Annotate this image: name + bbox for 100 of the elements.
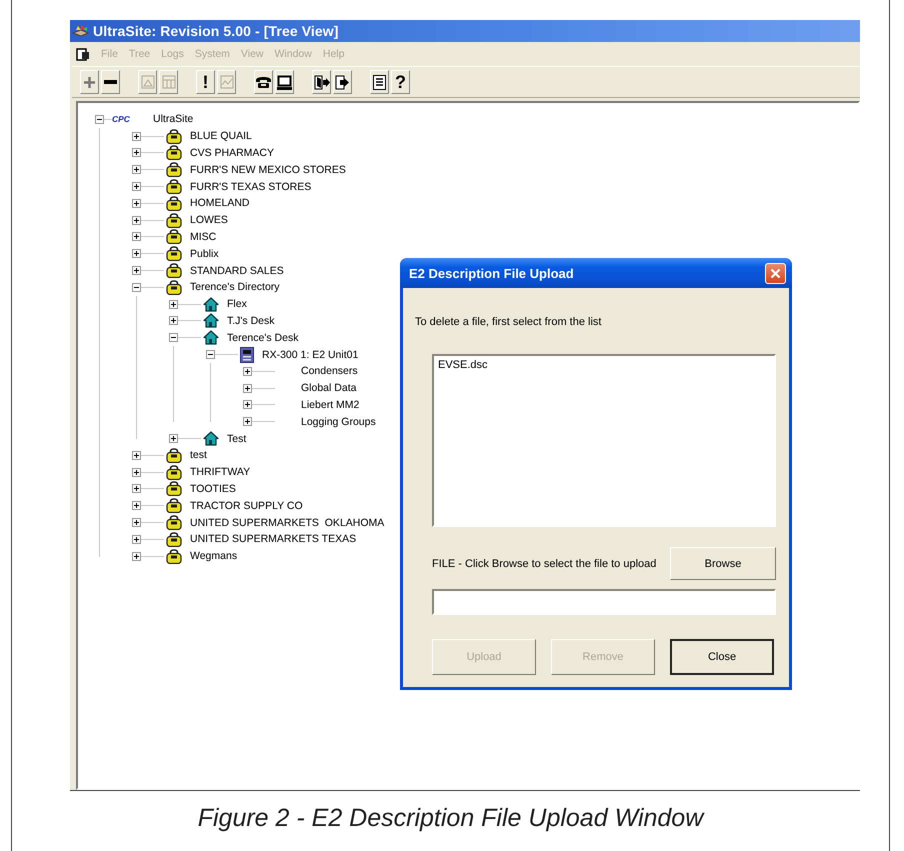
node-label[interactable]: Logging Groups [301, 416, 376, 428]
minus-icon [104, 80, 117, 84]
expand-toggle[interactable] [132, 249, 141, 258]
node-label[interactable]: FURR'S TEXAS STORES [190, 180, 312, 193]
node-label[interactable]: Condensers [301, 365, 358, 378]
briefcase-icon [166, 212, 182, 228]
expand-toggle[interactable] [132, 518, 141, 528]
house-icon [203, 296, 219, 312]
expand-toggle[interactable] [169, 333, 178, 342]
monitor-icon [277, 74, 292, 90]
briefcase-icon [166, 229, 182, 244]
node-label[interactable]: RX-300 1: E2 Unit01 [262, 348, 358, 361]
expand-toggle[interactable] [132, 266, 141, 276]
toolbar-button[interactable] [370, 70, 389, 94]
node-label[interactable]: HOMELAND [190, 197, 250, 210]
node-label[interactable]: TRACTOR SUPPLY CO [190, 500, 303, 512]
node-label[interactable]: UNITED SUPERMARKETS OKLAHOMA [190, 516, 384, 529]
briefcase-icon [166, 246, 182, 262]
grid-icon [162, 75, 176, 89]
briefcase-icon [166, 162, 182, 178]
node-label[interactable]: Liebert MM2 [301, 398, 360, 411]
briefcase-icon [166, 128, 182, 144]
node-label[interactable]: LOWES [190, 214, 228, 226]
file-path-field[interactable] [432, 589, 776, 615]
node-label[interactable]: Publix [190, 248, 219, 260]
expand-toggle[interactable] [132, 484, 141, 494]
close-icon [770, 268, 781, 278]
node-label[interactable]: test [190, 449, 207, 462]
expand-toggle[interactable] [169, 300, 178, 309]
expand-toggle[interactable] [132, 552, 141, 561]
house-icon [203, 431, 219, 446]
node-label[interactable]: UNITED SUPERMARKETS TEXAS [190, 533, 356, 546]
briefcase-icon [166, 464, 182, 480]
node-label[interactable]: TOOTIES [190, 482, 236, 495]
node-label[interactable]: Global Data [301, 382, 356, 394]
expand-toggle[interactable] [132, 216, 141, 225]
node-label[interactable]: THRIFTWAY [190, 466, 250, 478]
controller-icon [240, 346, 254, 363]
toolbar-button[interactable] [101, 70, 120, 94]
briefcase-icon [166, 498, 182, 514]
toolbar-button[interactable] [333, 70, 352, 94]
expand-toggle[interactable] [95, 114, 104, 124]
expand-toggle[interactable] [132, 148, 141, 158]
toolbar-button[interactable]: ? [391, 70, 410, 94]
node-label[interactable]: STANDARD SALES [190, 264, 284, 277]
toolbar-button[interactable] [312, 70, 331, 94]
expand-toggle[interactable] [132, 132, 141, 141]
expand-toggle[interactable] [132, 165, 141, 174]
door-arrow-icon [314, 74, 330, 90]
node-label[interactable]: CVS PHARMACY [190, 146, 274, 159]
briefcase-icon [166, 481, 182, 496]
close-button[interactable] [765, 262, 786, 284]
expand-toggle[interactable] [132, 534, 141, 544]
expand-toggle[interactable] [243, 366, 252, 376]
briefcase-icon [166, 548, 182, 564]
list-icon [373, 74, 386, 90]
toolbar-button[interactable]: ! [196, 70, 215, 94]
dialog-button[interactable]: Close [670, 639, 774, 675]
house-icon [203, 330, 219, 346]
browse-button[interactable]: Browse [670, 547, 776, 580]
expand-toggle[interactable] [243, 417, 252, 426]
expand-toggle[interactable] [132, 501, 141, 510]
expand-toggle[interactable] [132, 468, 141, 477]
node-label[interactable]: T.J's Desk [227, 314, 275, 327]
node-label[interactable]: Wegmans [190, 550, 238, 562]
expand-toggle[interactable] [169, 316, 178, 326]
logo-label: CPC [112, 114, 131, 124]
node-label[interactable]: Terence's Desk [227, 332, 298, 344]
window-title: UltraSite: Revision 5.00 - [Tree View] [93, 23, 339, 39]
briefcase-icon [166, 532, 182, 547]
expand-toggle[interactable] [132, 450, 141, 460]
file-list-item[interactable]: EVSE.dsc [436, 358, 772, 372]
instruction-text: To delete a file, first select from the list [415, 316, 602, 328]
expand-toggle[interactable] [206, 350, 215, 360]
file-list[interactable]: EVSE.dsc [432, 354, 776, 527]
node-label[interactable]: Terence's Directory [190, 281, 280, 294]
node-label[interactable]: Test [227, 432, 246, 445]
dialog-title: E2 Description File Upload [409, 266, 574, 280]
phone-icon [255, 75, 272, 89]
house-icon [203, 313, 219, 328]
node-label[interactable]: BLUE QUAIL [190, 130, 252, 142]
node-label[interactable]: FURR'S NEW MEXICO STORES [190, 164, 346, 176]
expand-toggle[interactable] [132, 182, 141, 192]
expand-toggle[interactable] [169, 434, 178, 444]
briefcase-icon [166, 179, 182, 194]
toolbar-button[interactable] [254, 70, 273, 94]
briefcase-icon [166, 280, 182, 295]
expand-toggle[interactable] [132, 198, 141, 208]
node-label[interactable]: Flex [227, 298, 247, 310]
expand-toggle[interactable] [243, 384, 252, 393]
node-label[interactable]: MISC [190, 230, 216, 243]
expand-toggle[interactable] [132, 232, 141, 242]
expand-toggle[interactable] [243, 400, 252, 410]
node-label[interactable]: UltraSite [153, 113, 194, 126]
briefcase-icon [166, 515, 182, 530]
briefcase-icon [166, 196, 182, 211]
briefcase-icon [166, 263, 182, 278]
toolbar-button[interactable] [275, 70, 294, 94]
expand-toggle[interactable] [132, 282, 141, 292]
plus-icon [83, 76, 96, 88]
